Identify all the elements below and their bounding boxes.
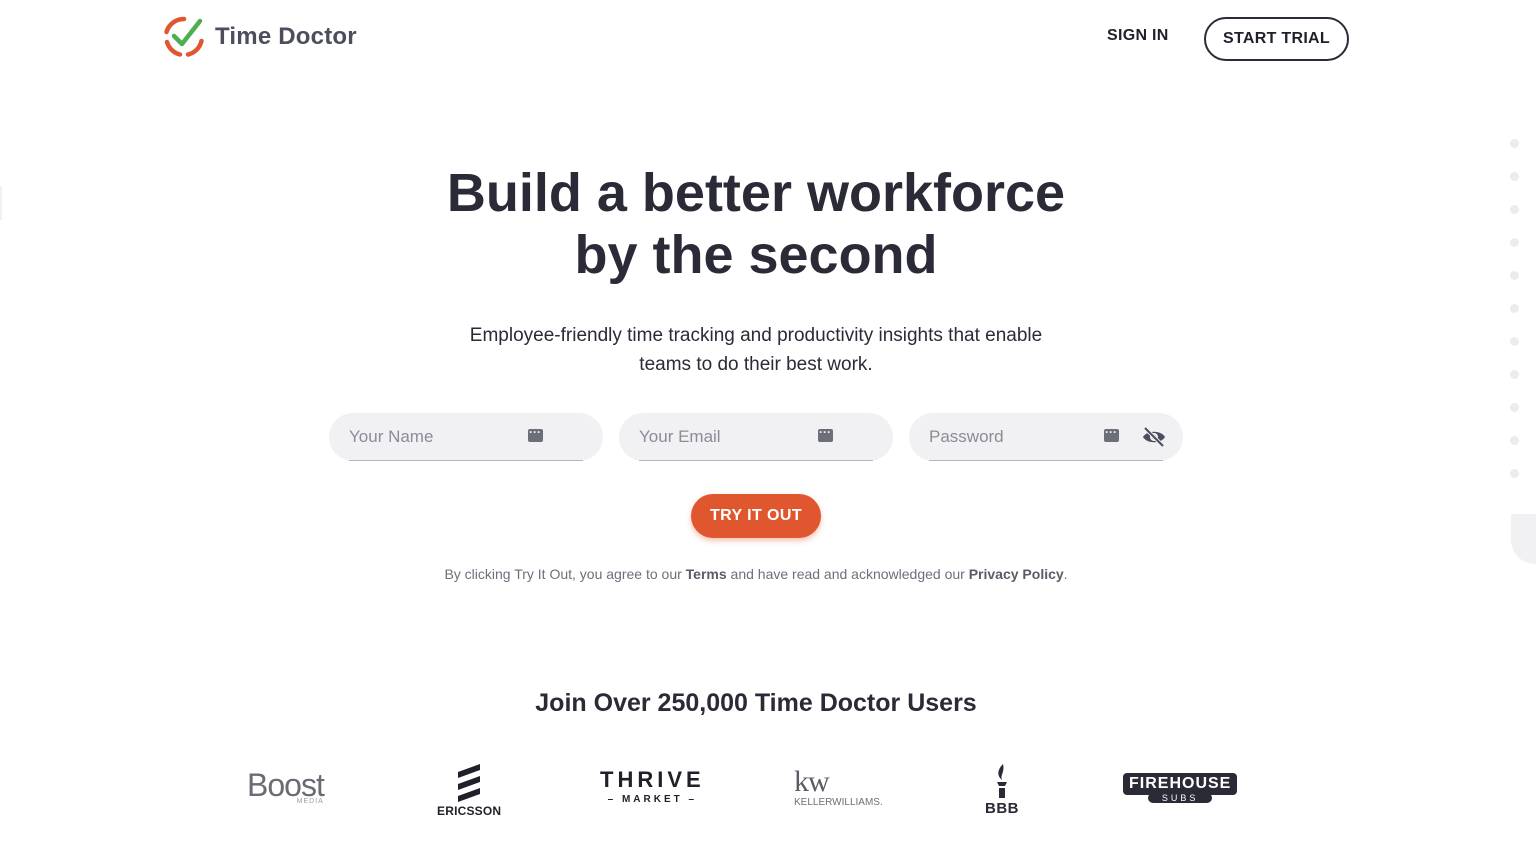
name-input[interactable] — [349, 413, 519, 461]
decorative-dot — [1510, 436, 1519, 445]
name-field — [329, 413, 603, 461]
hero-title: Build a better workforce by the second — [368, 162, 1144, 286]
boost-media-logo: Boost MEDIA — [247, 767, 325, 805]
hero-title-line-1: Build a better workforce — [446, 163, 1066, 223]
decorative-dot — [1510, 139, 1519, 148]
logo-text: Time Doctor — [215, 23, 357, 50]
firehouse-subtitle: SUBS — [1147, 793, 1213, 803]
site-header: Time Doctor SIGN IN START TRIAL — [0, 0, 1536, 80]
bbb-logo: BBB — [985, 762, 1019, 817]
terms-link[interactable]: Terms — [686, 566, 727, 582]
decorative-dot — [1510, 205, 1519, 214]
firehouse-wordmark: FIREHOUSE — [1123, 773, 1238, 795]
decorative-dot — [1510, 238, 1519, 247]
social-proof-heading: Join Over 250,000 Time Doctor Users — [535, 689, 977, 717]
bbb-torch-icon — [997, 764, 1007, 798]
time-doctor-logo[interactable]: Time Doctor — [162, 15, 357, 59]
hero-subtitle-line-1: Employee-friendly time tracking and prod… — [469, 325, 1043, 346]
legal-middle: and have read and acknowledged our — [726, 566, 969, 582]
decorative-edge — [0, 186, 2, 220]
field-underline — [929, 460, 1163, 461]
decorative-dot — [1510, 271, 1519, 280]
email-field — [619, 413, 893, 461]
try-it-out-button[interactable]: TRY IT OUT — [691, 494, 821, 538]
legal-notice: By clicking Try It Out, you agree to our… — [368, 566, 1144, 582]
ericsson-mark-icon — [458, 764, 481, 802]
decorative-shape — [1511, 514, 1536, 564]
decorative-dot — [1510, 403, 1519, 412]
email-input[interactable] — [639, 413, 809, 461]
password-field — [909, 413, 1183, 461]
field-underline — [349, 460, 583, 461]
kw-monogram: kw — [794, 765, 830, 798]
thrive-market-logo: THRIVE – MARKET – — [600, 767, 705, 806]
ericsson-wordmark: ERICSSON — [437, 804, 502, 818]
boost-wordmark: Boost — [247, 767, 325, 803]
thrive-subtitle: – MARKET – — [607, 794, 698, 805]
decorative-dots — [1510, 139, 1520, 502]
keller-williams-logo: kw KELLERWILLIAMS. — [794, 765, 883, 809]
decorative-dot — [1510, 304, 1519, 313]
sign-in-link[interactable]: SIGN IN — [1107, 27, 1169, 45]
hero-subtitle-line-2: teams to do their best work. — [639, 354, 873, 375]
legal-prefix: By clicking Try It Out, you agree to our — [444, 566, 686, 582]
hero-title-line-2: by the second — [574, 225, 938, 285]
decorative-dot — [1510, 172, 1519, 181]
start-trial-button[interactable]: START TRIAL — [1204, 17, 1349, 61]
boost-subtitle: MEDIA — [296, 798, 324, 805]
decorative-dot — [1510, 469, 1519, 478]
autofill-icon[interactable] — [1104, 425, 1119, 442]
field-underline — [639, 460, 873, 461]
autofill-icon[interactable] — [528, 425, 543, 442]
password-input[interactable] — [929, 413, 1099, 461]
firehouse-subs-logo: FIREHOUSE SUBS — [1123, 773, 1238, 803]
kw-wordmark: KELLERWILLIAMS. — [794, 797, 883, 808]
eye-off-icon[interactable] — [1142, 426, 1166, 448]
decorative-dot — [1510, 337, 1519, 346]
thrive-wordmark: THRIVE — [600, 767, 705, 792]
ericsson-logo: ERICSSON — [437, 762, 501, 818]
hero-subtitle: Employee-friendly time tracking and prod… — [440, 321, 1072, 379]
privacy-policy-link[interactable]: Privacy Policy — [969, 566, 1064, 582]
legal-suffix: . — [1063, 566, 1068, 582]
decorative-dot — [1510, 370, 1519, 379]
bbb-wordmark: BBB — [985, 800, 1019, 817]
autofill-icon[interactable] — [818, 425, 833, 442]
clock-check-icon — [164, 16, 204, 57]
